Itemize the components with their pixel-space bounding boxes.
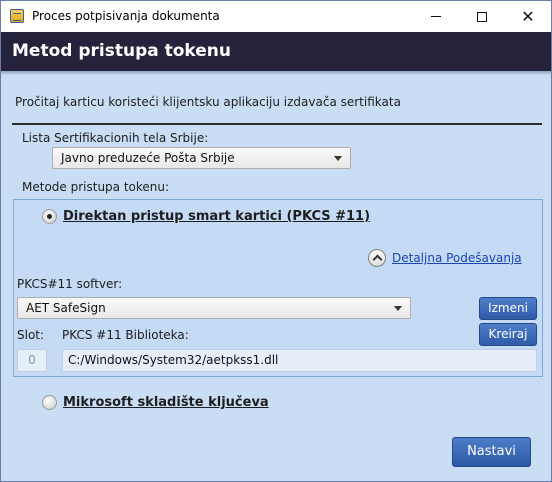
slot-label: Slot:	[17, 328, 45, 342]
ca-list-label: Lista Sertifikacionih tela Srbije:	[22, 131, 209, 145]
radio-microsoft-store[interactable]	[42, 395, 57, 410]
next-button[interactable]: Nastavi	[452, 437, 531, 467]
radio-direct-access[interactable]	[42, 209, 57, 224]
title-bar: Proces potpisivanja dokumenta ✕	[1, 1, 551, 32]
microsoft-store-label[interactable]: Mikrosoft skladište ključeva	[63, 395, 269, 410]
close-button[interactable]: ✕	[505, 1, 551, 32]
collapse-details-icon[interactable]	[368, 249, 386, 267]
chevron-down-icon	[394, 306, 402, 311]
page-header: Metod pristupa tokenu	[1, 32, 551, 71]
pkcs-software-label: PKCS#11 softver:	[17, 277, 123, 291]
pkcs-software-selected: AET SafeSign	[26, 301, 106, 315]
page-title: Metod pristupa tokenu	[12, 41, 232, 61]
maximize-icon	[477, 11, 487, 22]
details-link[interactable]: Detaljna Podešavanja	[392, 251, 522, 265]
pkcs-software-dropdown[interactable]: AET SafeSign	[17, 297, 411, 319]
window-title: Proces potpisivanja dokumenta	[32, 9, 220, 23]
app-icon	[10, 9, 24, 23]
direct-access-label[interactable]: Direktan pristup smart kartici (PKCS #11…	[63, 209, 370, 224]
library-label: PKCS #11 Biblioteka:	[62, 328, 189, 342]
minimize-icon	[431, 16, 441, 17]
dialog-window: Proces potpisivanja dokumenta ✕ Metod pr…	[0, 0, 552, 482]
maximize-button[interactable]	[459, 1, 505, 32]
edit-button[interactable]: Izmeni	[479, 297, 537, 320]
divider	[12, 123, 542, 125]
ca-list-dropdown[interactable]: Javno preduzeće Pošta Srbije	[52, 147, 351, 169]
create-button[interactable]: Kreiraj	[479, 323, 537, 346]
header-stripe	[1, 71, 551, 75]
library-path-input[interactable]: C:/Windows/System32/aetpkss1.dll	[62, 349, 537, 372]
instruction-text: Pročitaj karticu koristeći klijentsku ap…	[15, 95, 401, 109]
ca-list-selected: Javno preduzeće Pošta Srbije	[61, 151, 235, 165]
close-icon: ✕	[521, 7, 535, 26]
access-methods-label: Metode pristupa tokenu:	[22, 180, 170, 194]
minimize-button[interactable]	[413, 1, 459, 32]
chevron-down-icon	[334, 156, 342, 161]
slot-input[interactable]: 0	[17, 349, 47, 372]
